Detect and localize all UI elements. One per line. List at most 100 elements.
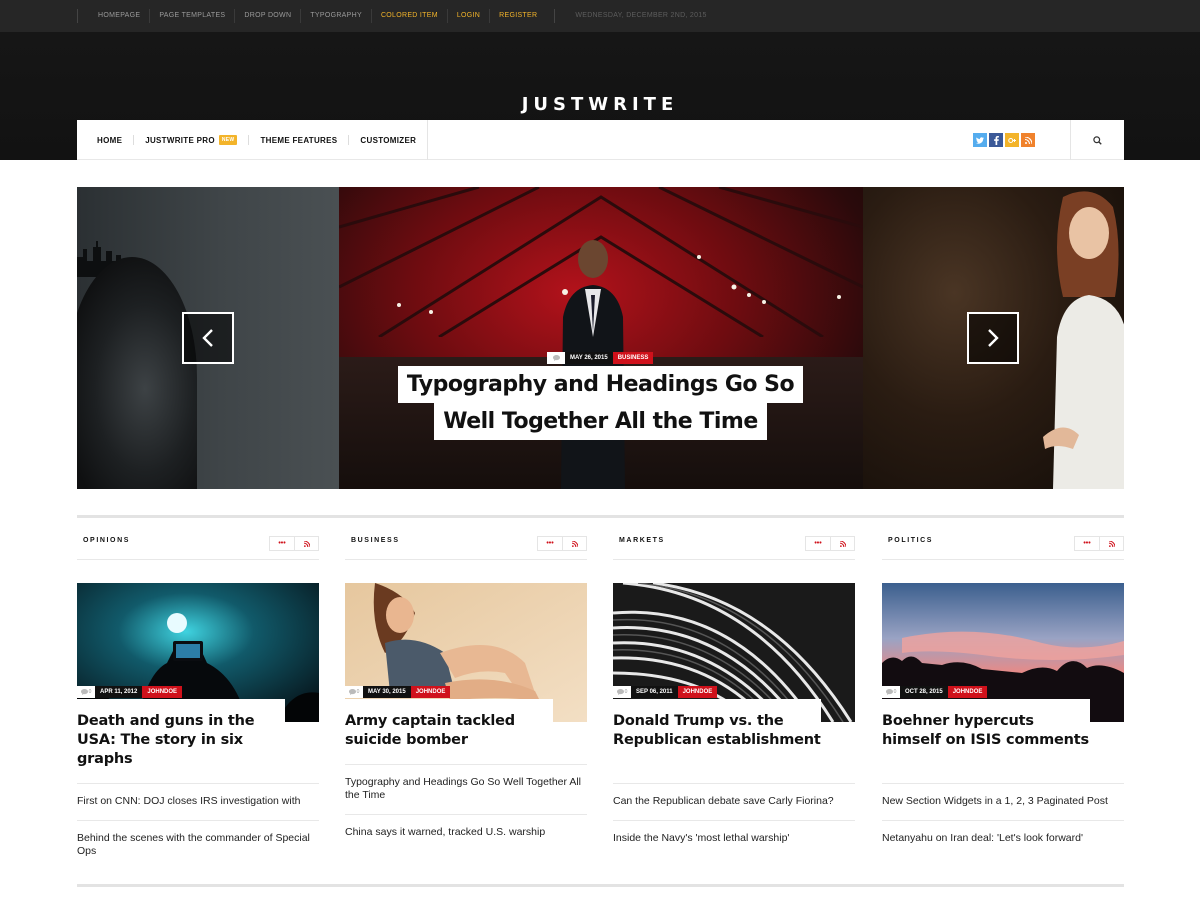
category-column-politics: POLITICS ••• 0 OCT 28, 2015 JOHNDOE Boeh… [882,530,1124,870]
topbar-link-drop-down[interactable]: DROP DOWN [234,9,300,23]
comment-count: 0 [356,689,360,695]
top-utility-bar: HOMEPAGE PAGE TEMPLATES DROP DOWN TYPOGR… [0,0,1200,32]
topbar-link-homepage[interactable]: HOMEPAGE [77,9,149,23]
slide-image-conference[interactable] [339,187,863,489]
column-controls: ••• [1074,536,1124,551]
more-dots-icon[interactable]: ••• [806,537,830,550]
article-link[interactable]: First on CNN: DOJ closes IRS investigati… [77,795,319,808]
article-headline[interactable]: Death and guns in the USA: The story in … [77,699,285,769]
woman-image [1043,191,1124,489]
article-link[interactable]: Inside the Navy's 'most lethal warship' [613,832,855,845]
featured-slider[interactable]: MAY 26, 2015 BUSINESS Typography and Hea… [77,187,1124,489]
slider-next-button[interactable] [967,312,1019,364]
chevron-right-icon [988,329,999,347]
slide-title-line-1[interactable]: Typography and Headings Go So [397,366,804,403]
divider [882,783,1124,784]
section-divider-bottom [77,884,1124,887]
column-header: BUSINESS ••• [345,530,587,560]
article-headline[interactable]: Boehner hypercuts himself on ISIS commen… [882,699,1090,750]
main-navigation: HOME JUSTWRITE PRO NEW THEME FEATURES CU… [77,120,1124,160]
google-plus-icon[interactable] [1005,133,1019,147]
more-dots-icon[interactable]: ••• [1075,537,1099,550]
column-title[interactable]: OPINIONS [83,537,130,544]
nav-item-justwrite-pro[interactable]: JUSTWRITE PRO NEW [145,135,238,145]
rss-icon[interactable] [1021,133,1035,147]
rss-icon[interactable] [294,537,318,550]
nav-item-theme-features[interactable]: THEME FEATURES [260,136,337,145]
chevron-left-icon [202,329,213,347]
site-logo[interactable]: JUSTWRITE [0,94,1200,115]
column-title[interactable]: POLITICS [888,537,933,544]
article-author-badge[interactable]: JOHNDOE [677,686,718,698]
column-controls: ••• [537,536,587,551]
topbar-link-register[interactable]: REGISTER [489,9,546,23]
column-header: MARKETS ••• [613,530,855,560]
article-headline[interactable]: Donald Trump vs. the Republican establis… [613,699,821,750]
divider [613,820,855,821]
category-column-business: BUSINESS ••• 0 MAY 30, 2015 JOHNDOE Army… [345,530,587,870]
column-title[interactable]: BUSINESS [351,537,400,544]
topbar-link-login[interactable]: LOGIN [446,9,489,23]
column-header: OPINIONS ••• [77,530,319,560]
article-meta: 0 SEP 06, 2011 JOHNDOE [613,686,718,698]
category-column-opinions: OPINIONS ••• 0 APR 11, 2012 JOHNDOE Deat… [77,530,319,870]
article-link[interactable]: New Section Widgets in a 1, 2, 3 Paginat… [882,795,1124,808]
article-date: MAY 30, 2015 [363,686,411,698]
divider [613,783,855,784]
category-column-markets: MARKETS ••• 0 SEP 06, 2011 JOHNDOE Donal… [613,530,855,870]
article-link[interactable]: Behind the scenes with the commander of … [77,832,319,858]
nav-separator [248,135,250,145]
divider [77,820,319,821]
divider [345,814,587,815]
slider-prev-button[interactable] [182,312,234,364]
comment-icon [547,352,565,364]
more-dots-icon[interactable]: ••• [270,537,294,550]
nav-item-justwrite-pro-label: JUSTWRITE PRO [145,135,215,145]
comment-icon: 0 [77,686,95,698]
article-date: SEP 06, 2011 [631,686,678,698]
topbar-link-typography[interactable]: TYPOGRAPHY [300,9,371,23]
article-link[interactable]: Typography and Headings Go So Well Toget… [345,776,587,802]
slide-title[interactable]: Typography and Headings Go So Well Toget… [77,366,1124,440]
slide-title-line-2[interactable]: Well Together All the Time [434,403,767,440]
divider [345,764,587,765]
article-author-badge[interactable]: JOHNDOE [410,686,451,698]
rss-icon[interactable] [562,537,586,550]
nav-item-customizer[interactable]: CUSTOMIZER [360,136,416,145]
nav-divider [427,120,428,160]
slide-category-badge[interactable]: BUSINESS [612,352,654,364]
divider [882,820,1124,821]
nav-separator [348,135,350,145]
slide-meta: MAY 26, 2015 BUSINESS [547,352,654,364]
column-title[interactable]: MARKETS [619,537,665,544]
topbar-link-page-templates[interactable]: PAGE TEMPLATES [149,9,234,23]
article-link[interactable]: China says it warned, tracked U.S. warsh… [345,826,587,839]
article-author-badge[interactable]: JOHNDOE [947,686,988,698]
facebook-icon[interactable] [989,133,1003,147]
search-button[interactable] [1070,120,1124,160]
column-controls: ••• [805,536,855,551]
article-date: OCT 28, 2015 [900,686,948,698]
article-meta: 0 MAY 30, 2015 JOHNDOE [345,686,451,698]
comment-count: 0 [893,689,897,695]
divider [77,783,319,784]
article-link[interactable]: Can the Republican debate save Carly Fio… [613,795,855,808]
rss-icon[interactable] [830,537,854,550]
nav-item-home[interactable]: HOME [97,136,122,145]
section-divider-top [77,515,1124,518]
comment-count: 0 [88,689,92,695]
article-link[interactable]: Netanyahu on Iran deal: 'Let's look forw… [882,832,1124,845]
new-badge: NEW [218,135,238,145]
topbar-link-colored-item[interactable]: COLORED ITEM [370,9,447,23]
twitter-icon[interactable] [973,133,987,147]
topbar-date: WEDNESDAY, DECEMBER 2ND, 2015 [554,9,715,23]
search-icon [1093,135,1102,145]
article-author-badge[interactable]: JOHNDOE [142,686,183,698]
article-meta: 0 APR 11, 2012 JOHNDOE [77,686,183,698]
column-header: POLITICS ••• [882,530,1124,560]
more-dots-icon[interactable]: ••• [538,537,562,550]
comment-count: 0 [624,689,628,695]
column-controls: ••• [269,536,319,551]
rss-icon[interactable] [1099,537,1123,550]
article-headline[interactable]: Army captain tackled suicide bomber [345,699,553,750]
